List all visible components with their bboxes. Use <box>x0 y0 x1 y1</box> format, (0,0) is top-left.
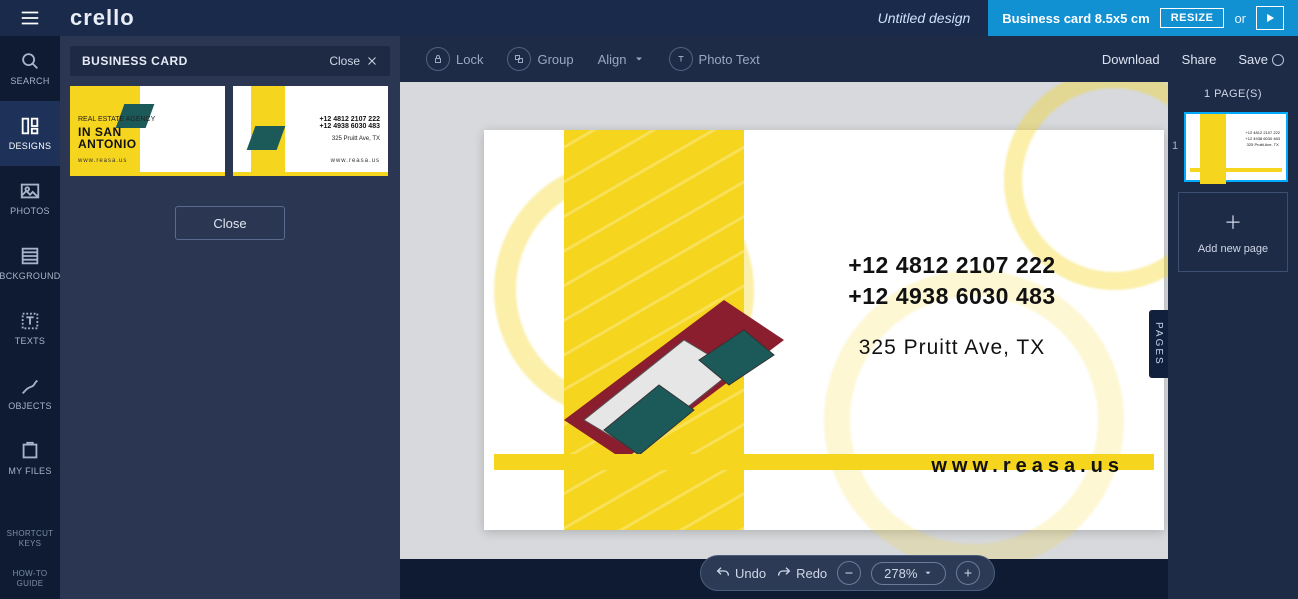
minus-icon <box>843 567 855 579</box>
save-status-icon <box>1272 54 1284 66</box>
zoom-in-button[interactable] <box>956 561 980 585</box>
topbar: crello Untitled design Business card 8.5… <box>0 0 1298 36</box>
or-label: or <box>1234 11 1246 26</box>
rail-howto-guide[interactable]: HOW-TO GUIDE <box>0 559 60 599</box>
rail-designs[interactable]: DESIGNS <box>0 101 60 166</box>
rail-texts[interactable]: TEXTS <box>0 296 60 361</box>
rail-photos-label: PHOTOS <box>10 206 50 218</box>
editor-toolbar: Lock Group Align Photo Text Download Sha… <box>400 36 1298 82</box>
business-card-canvas[interactable]: +12 4812 2107 222 +12 4938 6030 483 325 … <box>484 130 1164 530</box>
rail-search[interactable]: SEARCH <box>0 36 60 101</box>
pages-count-label: 1 PAGE(S) <box>1168 82 1298 106</box>
thumb1-site: www.reasa.us <box>78 158 127 164</box>
chevron-down-icon <box>923 568 933 578</box>
rail-designs-label: DESIGNS <box>9 141 52 153</box>
thumb2-phones: +12 4812 2107 222+12 4938 6030 483 <box>319 116 380 130</box>
group-icon <box>507 47 531 71</box>
resize-button[interactable]: RESIZE <box>1160 8 1225 28</box>
animate-play-button[interactable] <box>1256 6 1284 30</box>
rail-search-label: SEARCH <box>10 76 49 88</box>
geometric-art[interactable] <box>564 300 784 530</box>
photo-text-icon <box>669 47 693 71</box>
hamburger-menu-button[interactable] <box>0 0 60 36</box>
thumb1-small: REAL ESTATE AGENCY <box>78 116 155 123</box>
redo-button[interactable]: Redo <box>776 565 827 581</box>
undo-button[interactable]: Undo <box>715 565 766 581</box>
zoom-bar: Undo Redo 278% <box>700 555 995 591</box>
format-strip: Business card 8.5x5 cm RESIZE or <box>988 0 1298 36</box>
template-thumbs: REAL ESTATE AGENCY IN SANANTONIO www.rea… <box>70 86 390 176</box>
lock-icon <box>426 47 450 71</box>
share-button[interactable]: Share <box>1182 52 1217 67</box>
thumb2-site: www.reasa.us <box>331 158 380 164</box>
lock-button[interactable]: Lock <box>414 47 495 71</box>
zoom-out-button[interactable] <box>837 561 861 585</box>
plus-icon: ＋ <box>1224 209 1242 235</box>
templates-panel-title: BUSINESS CARD <box>82 54 188 68</box>
logo: crello <box>70 5 135 31</box>
phone-2[interactable]: +12 4938 6030 483 <box>792 281 1112 312</box>
align-dropdown[interactable]: Align <box>586 52 657 67</box>
templates-panel-header: BUSINESS CARD Close <box>70 46 390 76</box>
pages-tab-toggle[interactable]: PAGES <box>1149 310 1168 378</box>
chevron-down-icon <box>633 53 645 65</box>
photo-text-button[interactable]: Photo Text <box>657 47 772 71</box>
website-text[interactable]: www.reasa.us <box>931 455 1124 478</box>
left-rail: SEARCH DESIGNS PHOTOS BCKGROUND TEXTS OB… <box>0 36 60 599</box>
rail-shortcut-keys[interactable]: SHORTCUT KEYS <box>0 519 60 559</box>
pages-panel: 1 PAGE(S) +12 4812 2107 222+12 4938 6030… <box>1168 82 1298 599</box>
thumb2-addr: 325 Pruitt Ave, TX <box>332 136 380 142</box>
address[interactable]: 325 Pruitt Ave, TX <box>792 336 1112 360</box>
add-page-button[interactable]: ＋ Add new page <box>1178 192 1288 272</box>
template-thumb-back[interactable]: +12 4812 2107 222+12 4938 6030 483 325 P… <box>233 86 388 176</box>
rail-objects-label: OBJECTS <box>8 401 52 413</box>
rail-background-label: BCKGROUND <box>0 271 61 283</box>
canvas-area[interactable]: +12 4812 2107 222 +12 4938 6030 483 325 … <box>400 82 1168 559</box>
design-format-label: Business card 8.5x5 cm <box>1002 11 1149 26</box>
card-text-block[interactable]: +12 4812 2107 222 +12 4938 6030 483 325 … <box>792 250 1112 360</box>
redo-icon <box>776 565 792 581</box>
undo-icon <box>715 565 731 581</box>
plus-icon <box>962 567 974 579</box>
rail-myfiles[interactable]: MY FILES <box>0 426 60 491</box>
zoom-dropdown[interactable]: 278% <box>871 562 946 585</box>
thumb1-title: IN SANANTONIO <box>78 126 137 150</box>
rail-texts-label: TEXTS <box>15 336 46 348</box>
phone-1[interactable]: +12 4812 2107 222 <box>792 250 1112 281</box>
group-button[interactable]: Group <box>495 47 585 71</box>
download-button[interactable]: Download <box>1102 52 1160 67</box>
rail-myfiles-label: MY FILES <box>8 466 51 478</box>
save-button[interactable]: Save <box>1238 52 1284 67</box>
page-thumb-1[interactable]: +12 4812 2107 222+12 4938 6030 483325 Pr… <box>1184 112 1288 182</box>
templates-panel-close-button[interactable]: Close <box>175 206 285 240</box>
templates-panel-close-link[interactable]: Close <box>329 54 378 68</box>
design-name-input[interactable]: Untitled design <box>860 10 989 26</box>
rail-background[interactable]: BCKGROUND <box>0 231 60 296</box>
rail-photos[interactable]: PHOTOS <box>0 166 60 231</box>
templates-panel: BUSINESS CARD Close REAL ESTATE AGENCY I… <box>60 36 400 599</box>
template-thumb-front[interactable]: REAL ESTATE AGENCY IN SANANTONIO www.rea… <box>70 86 225 176</box>
rail-objects[interactable]: OBJECTS <box>0 361 60 426</box>
